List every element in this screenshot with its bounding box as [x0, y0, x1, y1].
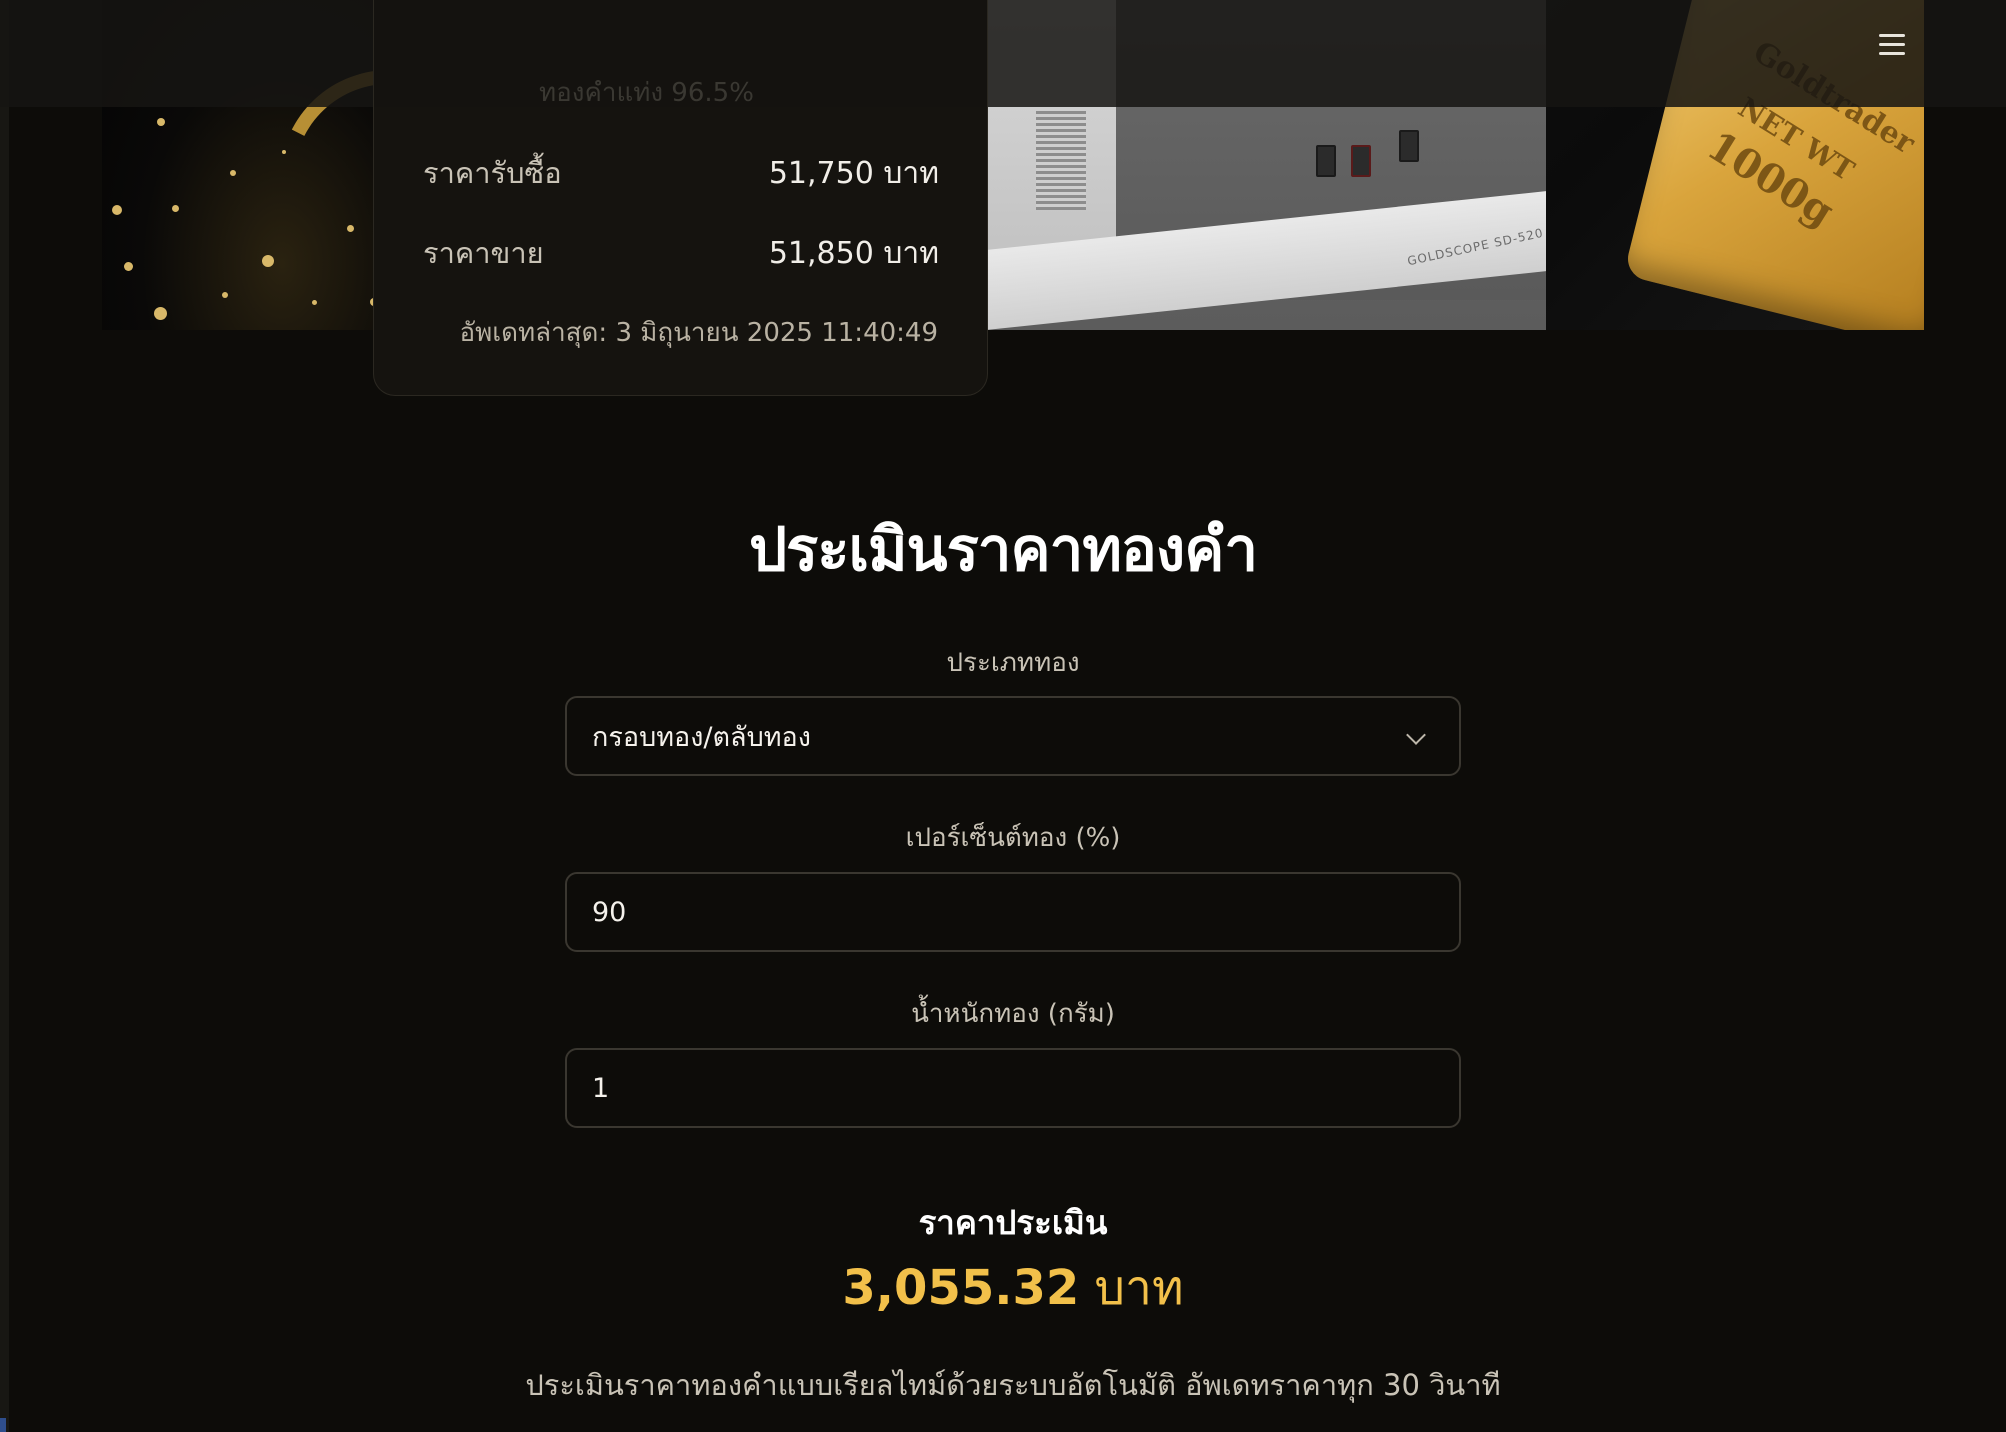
gold-percent-value: 90 — [592, 896, 627, 928]
card-faded-header: ทองคำแท่ง 96.5% — [374, 0, 987, 108]
sparkle — [154, 307, 167, 320]
estimated-price-value: 3,055.32 บาท — [0, 1250, 2006, 1326]
card-faded-title: ทองคำแท่ง 96.5% — [539, 78, 754, 108]
buy-price-value: 51,750 บาท — [768, 156, 939, 191]
sparkle — [112, 205, 122, 215]
gold-weight-label: น้ำหนักทอง (กรัม) — [911, 999, 1115, 1029]
menu-line — [1879, 42, 1905, 46]
machine-switch — [1316, 145, 1336, 177]
last-updated-text: อัพเดทล่าสุด: 3 มิถุนายน 2025 11:40:49 — [459, 318, 938, 348]
machine-switch — [1351, 145, 1371, 177]
gold-percent-label: เปอร์เซ็นต์ทอง (%) — [905, 823, 1121, 853]
page: GOLDSCOPE SD-520 Goldtrader NET WT 1000g… — [0, 0, 2006, 1432]
gold-percent-input[interactable]: 90 — [565, 872, 1461, 952]
sparkle — [347, 225, 354, 232]
buy-price-label: ราคารับซื้อ — [423, 156, 562, 190]
menu-line — [1879, 51, 1905, 55]
sell-price-value: 51,850 บาท — [768, 236, 939, 271]
calculator-title: ประเมินราคาทองคำ — [748, 515, 1258, 585]
menu-line — [1879, 33, 1905, 37]
gold-price-card: ทองคำแท่ง 96.5% ราคารับซื้อ 51,750 บาท ร… — [373, 0, 988, 396]
gold-weight-value: 1 — [592, 1072, 610, 1104]
gold-type-value: กรอบทอง/ตลับทอง — [592, 721, 811, 753]
sparkle — [230, 170, 236, 176]
sparkle — [222, 292, 228, 298]
calculator-footnote: ประเมินราคาทองคำแบบเรียลไทม์ด้วยระบบอัตโ… — [525, 1368, 1501, 1402]
gold-type-label: ประเภททอง — [946, 648, 1080, 678]
estimated-price-number: 3,055.32 — [842, 1260, 1080, 1316]
machine-vent — [1036, 110, 1086, 210]
sell-price-row: ราคาขาย 51,850 บาท — [423, 230, 939, 277]
chevron-down-icon — [1406, 725, 1426, 745]
sparkle — [282, 150, 286, 154]
estimated-price-unit: บาท — [1094, 1260, 1184, 1316]
machine-switch — [1399, 130, 1419, 162]
hamburger-menu-icon[interactable] — [1872, 28, 1912, 60]
gold-type-select[interactable]: กรอบทอง/ตลับทอง — [565, 696, 1461, 776]
buy-price-row: ราคารับซื้อ 51,750 บาท — [423, 150, 939, 197]
sparkle — [172, 205, 179, 212]
left-edge-accent — [0, 1418, 6, 1432]
sparkle — [312, 300, 317, 305]
gold-weight-input[interactable]: 1 — [565, 1048, 1461, 1128]
sparkle — [124, 262, 133, 271]
sparkle — [157, 118, 165, 126]
top-navigation-bar — [0, 0, 2006, 107]
estimated-price-label: ราคาประเมิน — [918, 1203, 1108, 1242]
sell-price-label: ราคาขาย — [423, 236, 544, 270]
sparkle — [262, 255, 274, 267]
